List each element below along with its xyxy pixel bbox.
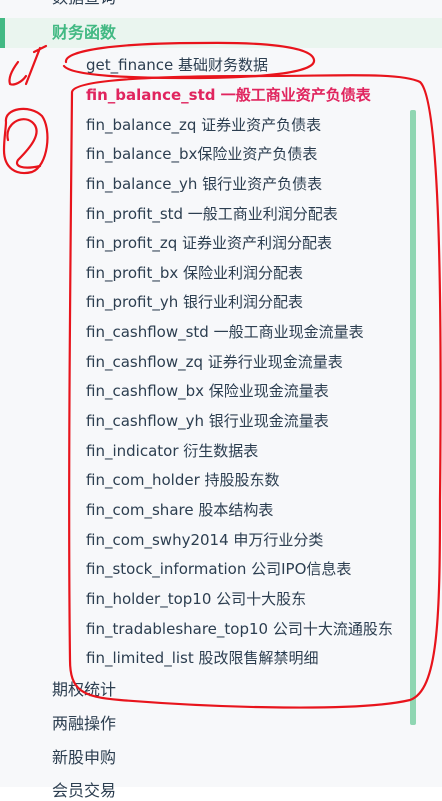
annotation-ring-1 [62,41,316,80]
annotation-numeral-1 [8,44,48,86]
handwritten-annotations: 1 2 [2,41,442,709]
annotation-ring-2 [68,74,442,709]
annotation-numeral-2 [6,118,42,169]
